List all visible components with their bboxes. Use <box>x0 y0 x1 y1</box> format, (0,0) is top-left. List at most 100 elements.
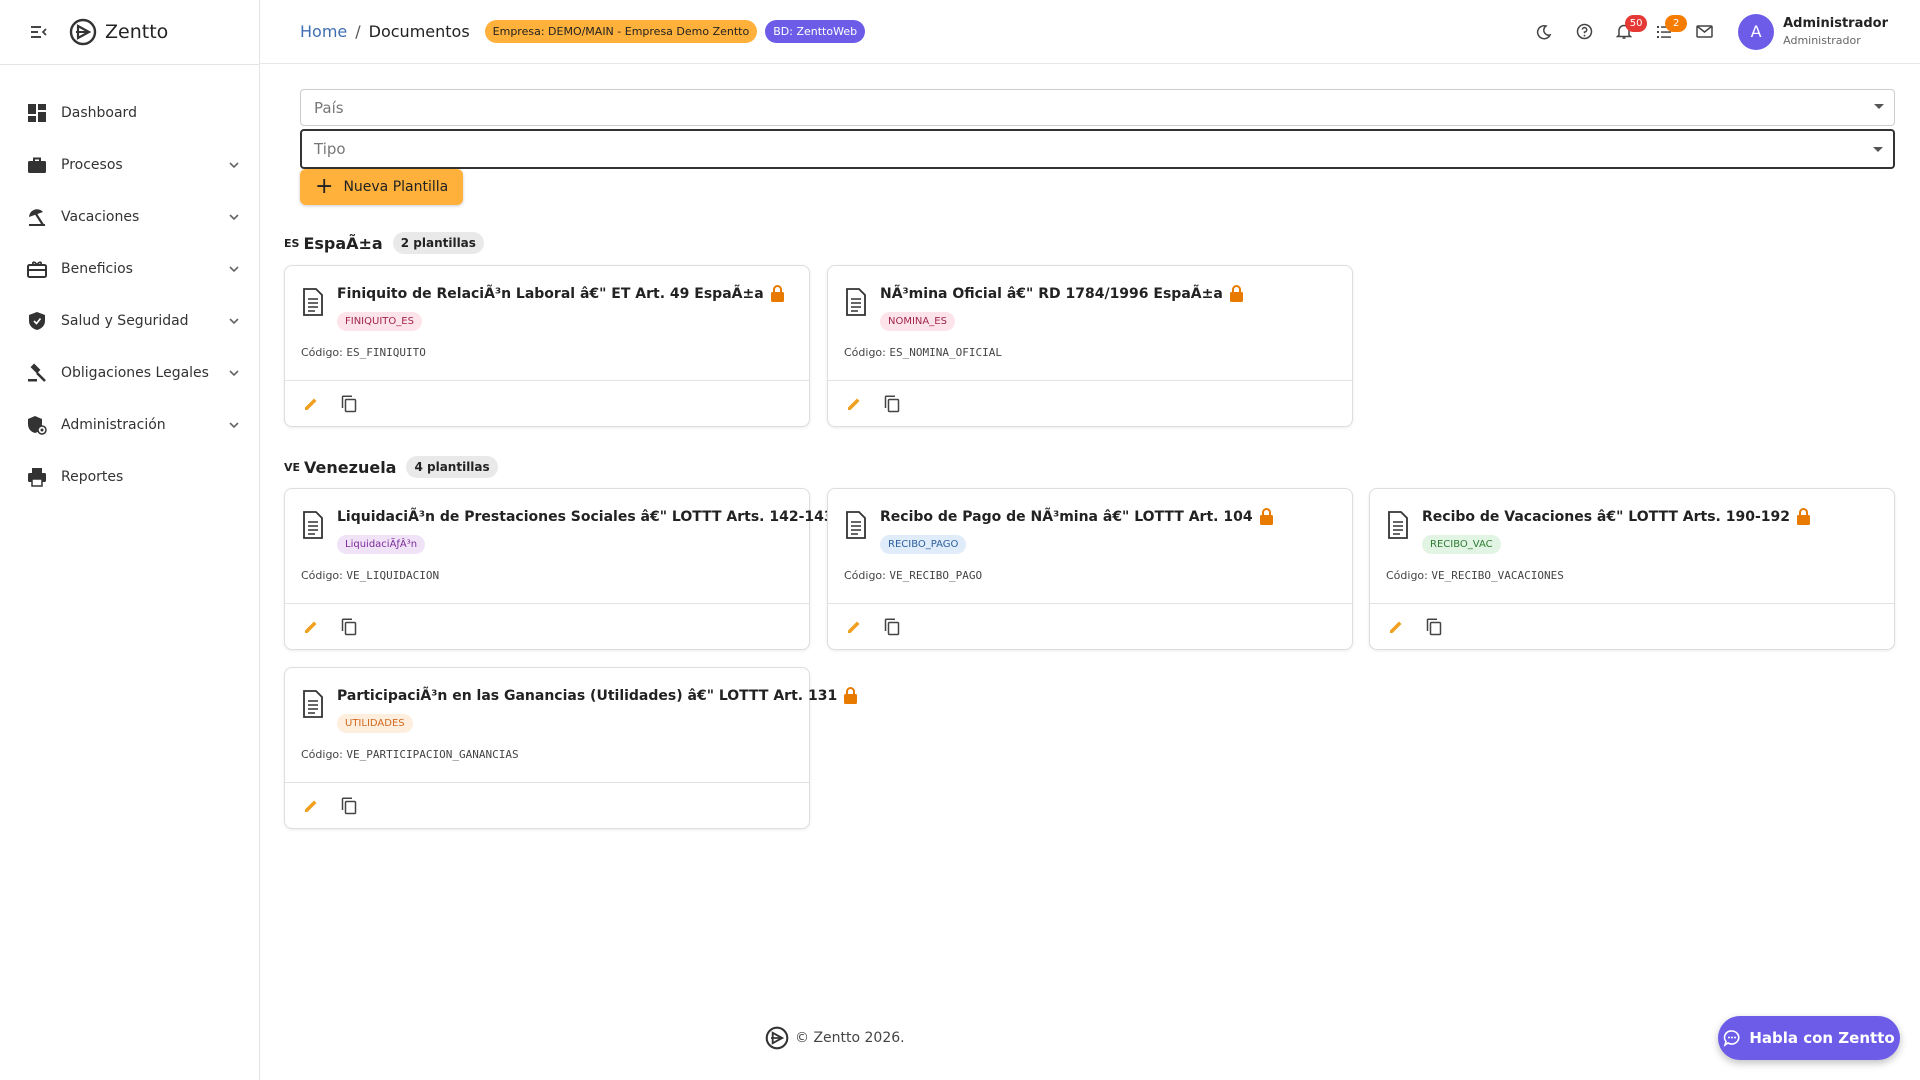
help-button[interactable] <box>1564 12 1604 52</box>
template-code: Código: ES_NOMINA_OFICIAL <box>844 346 1002 359</box>
document-icon <box>303 690 323 718</box>
edit-button[interactable] <box>299 392 323 416</box>
footer-copyright: © Zentto 2026. <box>795 1030 905 1046</box>
section-header-espana: ES EspaÃ±a 2 plantillas <box>284 232 484 254</box>
user-role: Administrador <box>1783 34 1861 47</box>
brand-name: Zentto <box>105 21 169 43</box>
pencil-icon <box>305 398 317 410</box>
chat-button-label: Habla con Zentto <box>1749 1029 1895 1047</box>
template-tag: RECIBO_PAGO <box>880 535 967 554</box>
dashboard-icon <box>26 102 48 124</box>
edit-button[interactable] <box>842 615 866 639</box>
template-tag: UTILIDADES <box>337 714 413 733</box>
sidebar-item-administracion[interactable]: Administración <box>0 399 259 451</box>
copy-icon <box>341 395 357 413</box>
template-tag: RECIBO_VAC <box>1422 535 1501 554</box>
sidebar-item-obligaciones-legales[interactable]: Obligaciones Legales <box>0 347 259 399</box>
edit-button[interactable] <box>1384 615 1408 639</box>
new-template-button[interactable]: + Nueva Plantilla <box>300 169 464 205</box>
template-title-text: NÃ³mina Oficial â€" RD 1784/1996 EspaÃ±a <box>880 285 1223 302</box>
code-label: Código: <box>301 748 343 761</box>
code-label: Código: <box>1386 569 1428 582</box>
country-name: EspaÃ±a <box>303 233 383 253</box>
duplicate-button[interactable] <box>337 392 361 416</box>
template-code: Código: ES_FINIQUITO <box>301 346 426 359</box>
template-card: Finiquito de RelaciÃ³n Laboral â€" ET Ar… <box>284 265 810 427</box>
code-value: VE_RECIBO_PAGO <box>889 569 983 582</box>
document-icon <box>303 511 323 539</box>
pais-select[interactable]: País <box>300 89 1895 126</box>
sidebar-item-label: Obligaciones Legales <box>61 365 209 381</box>
template-count-chip: 2 plantillas <box>392 232 484 254</box>
sidebar-item-beneficios[interactable]: Beneficios <box>0 243 259 295</box>
edit-button[interactable] <box>842 392 866 416</box>
footer: © Zentto 2026. <box>765 1026 905 1050</box>
template-title-text: Recibo de Vacaciones â€" LOTTT Arts. 190… <box>1422 508 1790 525</box>
sidebar-item-reportes[interactable]: Reportes <box>0 451 259 503</box>
sidebar: Zentto Dashboard Procesos Vacaciones Ben… <box>0 0 260 1080</box>
duplicate-button[interactable] <box>880 615 904 639</box>
messages-button[interactable] <box>1684 12 1724 52</box>
template-title-text: Finiquito de RelaciÃ³n Laboral â€" ET Ar… <box>337 285 764 302</box>
duplicate-button[interactable] <box>337 794 361 818</box>
duplicate-button[interactable] <box>880 392 904 416</box>
help-icon <box>1576 23 1592 40</box>
zentto-logo-icon <box>69 18 97 46</box>
edit-button[interactable] <box>299 794 323 818</box>
code-label: Código: <box>301 346 343 359</box>
document-icon <box>303 288 323 316</box>
dark-mode-button[interactable] <box>1524 12 1564 52</box>
sidebar-header: Zentto <box>0 0 259 65</box>
edit-button[interactable] <box>299 615 323 639</box>
printer-icon <box>26 466 48 488</box>
duplicate-button[interactable] <box>1422 615 1446 639</box>
copy-icon <box>341 618 357 636</box>
plus-icon: + <box>315 174 334 199</box>
document-icon <box>1388 511 1408 539</box>
template-count-chip: 4 plantillas <box>406 456 498 478</box>
code-label: Código: <box>301 569 343 582</box>
code-value: ES_NOMINA_OFICIAL <box>889 346 1002 359</box>
user-menu[interactable]: A Administrador Administrador <box>1738 13 1888 50</box>
sidebar-item-dashboard[interactable]: Dashboard <box>0 87 259 139</box>
sidebar-item-label: Administración <box>61 417 166 433</box>
pencil-icon <box>305 800 317 812</box>
chevron-down-icon <box>229 422 239 429</box>
sidebar-item-label: Salud y Seguridad <box>61 313 189 329</box>
template-code: Código: VE_PARTICIPACION_GANANCIAS <box>301 748 519 761</box>
lock-icon <box>1797 508 1810 525</box>
menu-collapse-icon[interactable] <box>29 22 49 42</box>
sidebar-item-salud-seguridad[interactable]: Salud y Seguridad <box>0 295 259 347</box>
template-card: ParticipaciÃ³n en las Ganancias (Utilida… <box>284 667 858 829</box>
template-title: Recibo de Pago de NÃ³mina â€" LOTTT Art.… <box>880 508 1274 525</box>
copy-icon <box>884 395 900 413</box>
sidebar-item-label: Dashboard <box>61 105 137 121</box>
notifications-button[interactable]: 50 <box>1604 12 1648 52</box>
brand[interactable]: Zentto <box>69 18 168 46</box>
template-card: LiquidaciÃ³n de Prestaciones Sociales â€… <box>284 488 854 650</box>
sidebar-item-label: Vacaciones <box>61 209 140 225</box>
page-title: Documentos <box>368 22 470 41</box>
tipo-select-placeholder: Tipo <box>314 140 346 158</box>
duplicate-button[interactable] <box>337 615 361 639</box>
lock-icon <box>770 285 784 302</box>
database-chip: BD: ZenttoWeb <box>765 20 866 43</box>
copy-icon <box>341 797 357 815</box>
zentto-logo-icon <box>765 1026 789 1050</box>
sidebar-item-procesos[interactable]: Procesos <box>0 139 259 191</box>
breadcrumb-separator: / <box>355 22 361 41</box>
chat-button[interactable]: Habla con Zentto <box>1718 1016 1900 1060</box>
tipo-select[interactable]: Tipo <box>300 129 1895 169</box>
copy-icon <box>884 618 900 636</box>
lock-icon <box>844 687 858 704</box>
sidebar-item-vacaciones[interactable]: Vacaciones <box>0 191 259 243</box>
template-code: Código: VE_RECIBO_VACACIONES <box>1386 569 1564 582</box>
avatar: A <box>1738 13 1775 50</box>
code-value: VE_RECIBO_VACACIONES <box>1431 569 1564 582</box>
template-tag: FINIQUITO_ES <box>337 312 422 331</box>
breadcrumb-home[interactable]: Home <box>300 22 347 41</box>
chevron-down-icon <box>229 318 239 325</box>
tasks-button[interactable]: 2 <box>1644 12 1688 52</box>
template-title: ParticipaciÃ³n en las Ganancias (Utilida… <box>337 687 858 704</box>
top-bar: Home / Documentos Empresa: DEMO/MAIN - E… <box>260 0 1920 64</box>
